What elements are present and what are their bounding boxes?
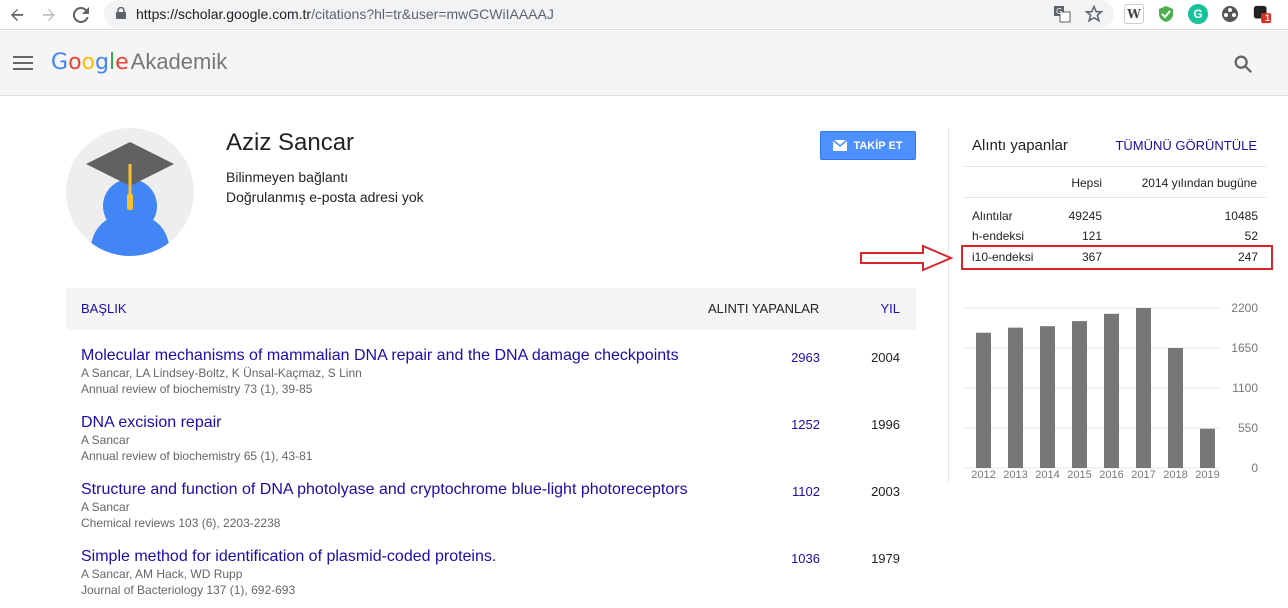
table-row: Molecular mechanisms of mammalian DNA re… bbox=[66, 347, 916, 407]
stats-row-citations: Alıntılar 49245 10485 bbox=[964, 206, 1266, 226]
wikipedia-extension-icon[interactable]: W bbox=[1124, 4, 1144, 24]
profile-email-status: Doğrulanmış e-posta adresi yok bbox=[226, 189, 424, 205]
scholar-header: GoogleAkademik bbox=[0, 31, 1288, 96]
article-cited-count[interactable]: 1036 bbox=[791, 551, 820, 566]
article-year: 2004 bbox=[871, 350, 900, 365]
view-all-link[interactable]: TÜMÜNÜ GÖRÜNTÜLE bbox=[1115, 138, 1257, 153]
chart-bar-2017[interactable] bbox=[1136, 308, 1151, 468]
svg-text:G: G bbox=[1056, 7, 1062, 16]
chart-bar-2018[interactable] bbox=[1168, 348, 1183, 468]
column-divider bbox=[948, 128, 949, 482]
stats-value-all: 121 bbox=[1081, 229, 1102, 243]
stats-title: Alıntı yapanlar bbox=[972, 137, 1068, 154]
y-tick-label: 1650 bbox=[1231, 341, 1258, 355]
stats-label: h-endeksi bbox=[972, 229, 1025, 243]
x-tick-label: 2017 bbox=[1131, 469, 1155, 481]
article-cited-count[interactable]: 1102 bbox=[792, 484, 820, 499]
article-venue: Annual review of biochemistry 65 (1), 43… bbox=[81, 449, 313, 463]
article-year: 1996 bbox=[871, 417, 900, 432]
article-authors: A Sancar bbox=[81, 500, 130, 514]
stats-label: Alıntılar bbox=[972, 209, 1013, 223]
sort-by-title[interactable]: BAŞLIK bbox=[81, 301, 127, 316]
y-tick-label: 1100 bbox=[1232, 381, 1258, 395]
table-row: DNA excision repair A Sancar Annual revi… bbox=[66, 414, 916, 474]
profile-affiliation: Bilinmeyen bağlantı bbox=[226, 169, 349, 185]
menu-icon[interactable] bbox=[13, 56, 33, 70]
browser-toolbar: https://scholar.google.com.tr/citations?… bbox=[0, 0, 1288, 30]
search-icon[interactable] bbox=[1232, 53, 1254, 75]
chart-bar-2016[interactable] bbox=[1104, 313, 1119, 468]
chart-bar-2012[interactable] bbox=[976, 332, 991, 468]
url-host: https://scholar.google.com.tr bbox=[136, 6, 312, 22]
forward-icon[interactable] bbox=[36, 2, 62, 28]
stats-col-since: 2014 yılından bugüne bbox=[1141, 176, 1257, 190]
stats-value-since: 10485 bbox=[1224, 209, 1258, 223]
stats-col-all: Hepsi bbox=[1071, 176, 1102, 190]
follow-label: TAKİP ET bbox=[853, 139, 903, 152]
graduate-avatar-icon bbox=[86, 142, 174, 256]
x-tick-label: 2016 bbox=[1099, 469, 1123, 481]
stats-divider bbox=[964, 197, 1266, 198]
x-tick-label: 2018 bbox=[1163, 469, 1187, 481]
google-wordmark: Google bbox=[51, 50, 129, 75]
film-extension-icon[interactable] bbox=[1220, 4, 1240, 24]
grammarly-extension-icon[interactable]: G bbox=[1188, 4, 1208, 24]
x-tick-label: 2013 bbox=[1003, 469, 1027, 481]
chart-bar-2014[interactable] bbox=[1040, 326, 1055, 468]
address-bar[interactable]: https://scholar.google.com.tr/citations?… bbox=[104, 0, 1114, 28]
url-text[interactable]: https://scholar.google.com.tr/citations?… bbox=[136, 6, 554, 22]
article-cited-count[interactable]: 2963 bbox=[791, 350, 820, 365]
y-tick-label: 2200 bbox=[1231, 301, 1258, 315]
article-title[interactable]: DNA excision repair bbox=[81, 414, 222, 432]
sort-by-year[interactable]: YIL bbox=[880, 301, 900, 316]
article-title[interactable]: Simple method for identification of plas… bbox=[81, 548, 496, 566]
article-venue: Chemical reviews 103 (6), 2203-2238 bbox=[81, 516, 281, 530]
x-tick-label: 2012 bbox=[971, 469, 995, 481]
lock-icon bbox=[116, 7, 126, 19]
shield-extension-icon[interactable] bbox=[1156, 4, 1176, 24]
profile-name: Aziz Sancar bbox=[226, 129, 355, 156]
y-tick-label: 0 bbox=[1251, 461, 1258, 475]
translate-icon[interactable]: G bbox=[1052, 4, 1072, 24]
article-title[interactable]: Structure and function of DNA photolyase… bbox=[81, 481, 688, 499]
table-row: Simple method for identification of plas… bbox=[66, 548, 916, 608]
cited-by-header: ALINTI YAPANLAR bbox=[708, 301, 820, 316]
logo-suffix: Akademik bbox=[130, 49, 228, 74]
follow-button[interactable]: TAKİP ET bbox=[820, 131, 916, 160]
extension-badge: 1 bbox=[1265, 13, 1271, 23]
article-year: 2003 bbox=[871, 484, 900, 499]
article-authors: A Sancar bbox=[81, 433, 130, 447]
avatar bbox=[66, 128, 194, 256]
article-venue: Annual review of biochemistry 73 (1), 39… bbox=[81, 382, 313, 396]
annotation-arrow-icon bbox=[860, 244, 954, 272]
stats-divider bbox=[964, 166, 1266, 167]
article-title[interactable]: Molecular mechanisms of mammalian DNA re… bbox=[81, 347, 679, 365]
notification-extension-icon[interactable]: 1 bbox=[1252, 4, 1272, 24]
article-authors: A Sancar, AM Hack, WD Rupp bbox=[81, 567, 243, 581]
stats-value-all: 49245 bbox=[1068, 209, 1102, 223]
x-tick-label: 2019 bbox=[1195, 469, 1219, 481]
reload-icon[interactable] bbox=[68, 2, 94, 28]
chart-bar-2013[interactable] bbox=[1008, 327, 1023, 468]
citations-chart: 0 550 1100 1650 2200 2012 2013 2014 2015 2016 2017… bbox=[964, 301, 1258, 481]
x-tick-label: 2014 bbox=[1035, 469, 1059, 481]
stats-value-since: 52 bbox=[1244, 229, 1258, 243]
i10-highlight-box bbox=[961, 245, 1273, 270]
back-icon[interactable] bbox=[4, 2, 30, 28]
table-row: Structure and function of DNA photolyase… bbox=[66, 481, 916, 541]
article-year: 1979 bbox=[871, 551, 900, 566]
stats-row-h-index: h-endeksi 121 52 bbox=[964, 226, 1266, 246]
y-tick-label: 550 bbox=[1238, 421, 1258, 435]
chart-bar-2019[interactable] bbox=[1200, 428, 1215, 468]
x-tick-label: 2015 bbox=[1067, 469, 1091, 481]
url-path: /citations?hl=tr&user=mwGCWiIAAAAJ bbox=[311, 6, 554, 22]
article-venue: Journal of Bacteriology 137 (1), 692-693 bbox=[81, 583, 296, 597]
star-icon[interactable] bbox=[1084, 4, 1104, 24]
mail-icon bbox=[833, 140, 848, 151]
articles-table-header: BAŞLIK ALINTI YAPANLAR YIL bbox=[66, 288, 916, 330]
scholar-logo[interactable]: GoogleAkademik bbox=[51, 49, 227, 75]
article-authors: A Sancar, LA Lindsey-Boltz, K Ünsal-Kaçm… bbox=[81, 366, 362, 380]
chart-bar-2015[interactable] bbox=[1072, 321, 1087, 468]
article-cited-count[interactable]: 1252 bbox=[791, 417, 820, 432]
